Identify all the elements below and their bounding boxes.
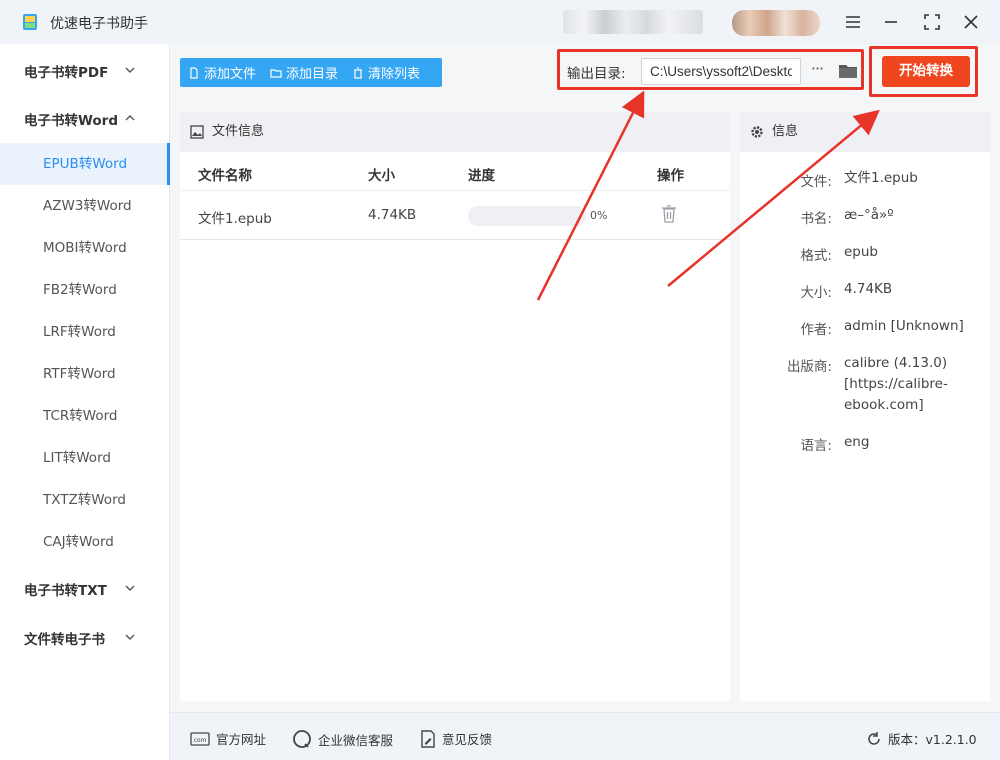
refresh-icon: [868, 731, 880, 745]
category-ebook-to-txt[interactable]: 电子书转TXT: [24, 579, 107, 599]
info-label-language: 语言:: [800, 438, 832, 454]
hamburger-icon[interactable]: [840, 9, 866, 35]
progress-bar: [468, 206, 586, 226]
trash-icon: [354, 66, 363, 79]
info-label-author: 作者:: [800, 322, 832, 338]
category-label: 电子书转PDF: [24, 65, 109, 81]
category-label: 电子书转TXT: [24, 583, 107, 599]
app-logo-icon: [23, 14, 37, 30]
blurred-username: [563, 10, 703, 34]
info-value-language: eng: [844, 434, 870, 450]
add-directory-label: 添加目录: [286, 67, 339, 82]
clear-list-button[interactable]: 清除列表: [344, 58, 426, 87]
image-icon: [190, 125, 204, 139]
column-header-progress: 进度: [468, 168, 495, 184]
category-label: 文件转电子书: [24, 632, 105, 648]
file-panel-title: 文件信息: [212, 124, 265, 139]
file-icon: [190, 66, 198, 79]
highlight-box-start: [869, 46, 978, 97]
file-size-cell: 4.74KB: [368, 207, 417, 223]
title-bar: 优速电子书助手: [0, 0, 1000, 44]
column-header-name: 文件名称: [198, 168, 252, 184]
file-list-panel: 文件信息 文件名称 大小 进度 操作 文件1.epub 4.74KB 0%: [180, 112, 730, 701]
file-name-cell: 文件1.epub: [198, 211, 272, 227]
info-panel-header: 信息: [740, 112, 990, 152]
info-label-size: 大小:: [800, 285, 832, 301]
category-label: 电子书转Word: [24, 113, 119, 129]
version-info[interactable]: 版本：v1.2.1.0: [866, 729, 977, 748]
info-value-author: admin [Unknown]: [844, 318, 964, 334]
info-value-publisher: calibre (4.13.0) [https://calibre-ebook.…: [844, 355, 948, 413]
blurred-avatar[interactable]: [732, 10, 820, 36]
sidebar-item-txtz-to-word[interactable]: TXTZ转Word: [0, 479, 170, 521]
category-ebook-to-pdf[interactable]: 电子书转PDF: [24, 61, 108, 81]
table-row-divider: [180, 239, 730, 240]
feedback-link[interactable]: 意见反馈: [420, 729, 492, 748]
sidebar-item-epub-to-word[interactable]: EPUB转Word: [0, 143, 170, 185]
fullscreen-icon[interactable]: [919, 9, 945, 35]
minimize-icon[interactable]: [878, 9, 904, 35]
feedback-icon: [421, 729, 435, 748]
info-label-file: 文件:: [800, 174, 832, 190]
clear-list-label: 清除列表: [368, 67, 421, 82]
category-file-to-ebook[interactable]: 文件转电子书: [24, 628, 105, 648]
wechat-support-link[interactable]: 企业微信客服: [292, 729, 393, 749]
sidebar-item-tcr-to-word[interactable]: TCR转Word: [0, 395, 170, 437]
version-label: 版本：v1.2.1.0: [888, 732, 977, 747]
add-directory-button[interactable]: 添加目录: [262, 58, 344, 87]
chevron-up-icon[interactable]: [124, 112, 136, 124]
info-value-format: epub: [844, 244, 879, 260]
close-icon[interactable]: [958, 9, 984, 35]
category-ebook-to-word[interactable]: 电子书转Word: [24, 109, 118, 129]
table-header-divider: [180, 190, 730, 191]
info-value-file: 文件1.epub: [844, 170, 918, 186]
highlight-box-output: [557, 49, 864, 90]
app-title: 优速电子书助手: [50, 16, 148, 32]
sidebar-item-lrf-to-word[interactable]: LRF转Word: [0, 311, 170, 353]
wechat-label: 企业微信客服: [318, 732, 394, 748]
sidebar-item-azw3-to-word[interactable]: AZW3转Word: [0, 185, 170, 227]
column-header-action: 操作: [657, 168, 684, 184]
info-value-size: 4.74KB: [844, 281, 893, 297]
progress-text: 0%: [590, 209, 608, 222]
info-label-format: 格式:: [800, 248, 832, 264]
gear-icon: [751, 126, 763, 138]
add-file-button[interactable]: 添加文件: [180, 58, 262, 87]
info-label-publisher: 出版商:: [786, 359, 832, 375]
feedback-label: 意见反馈: [442, 732, 493, 747]
toolbar-button-group: 添加文件 添加目录 清除列表: [180, 58, 442, 87]
column-header-size: 大小: [368, 168, 395, 184]
add-file-label: 添加文件: [204, 67, 257, 82]
chevron-down-icon[interactable]: [124, 582, 136, 594]
sidebar: 电子书转PDF 电子书转Word EPUB转Word AZW3转Word MOB…: [0, 44, 170, 760]
sidebar-item-lit-to-word[interactable]: LIT转Word: [0, 437, 170, 479]
sidebar-item-fb2-to-word[interactable]: FB2转Word: [0, 269, 170, 311]
info-label-title: 书名:: [800, 211, 832, 227]
chevron-down-icon[interactable]: [124, 64, 136, 76]
file-panel-header: 文件信息: [180, 112, 730, 152]
website-label: 官方网址: [216, 732, 267, 747]
svg-text:com: com: [194, 737, 207, 744]
info-value-title: æ–°å»º: [844, 207, 894, 223]
sidebar-item-mobi-to-word[interactable]: MOBI转Word: [0, 227, 170, 269]
chevron-down-icon[interactable]: [124, 631, 136, 643]
footer-bar: com 官方网址 企业微信客服 意见反馈 版本：v1.2.1.0: [170, 712, 1000, 760]
info-panel-title: 信息: [772, 124, 799, 139]
delete-icon[interactable]: [661, 204, 677, 224]
folder-icon: [270, 68, 282, 78]
sidebar-item-rtf-to-word[interactable]: RTF转Word: [0, 353, 170, 395]
info-panel: 信息 文件: 文件1.epub 书名: æ–°å»º 格式: epub 大小: …: [740, 112, 990, 701]
website-icon: com: [190, 731, 210, 746]
sidebar-item-caj-to-word[interactable]: CAJ转Word: [0, 521, 170, 563]
official-website-link[interactable]: com 官方网址: [190, 729, 266, 748]
chat-icon: [293, 730, 311, 748]
